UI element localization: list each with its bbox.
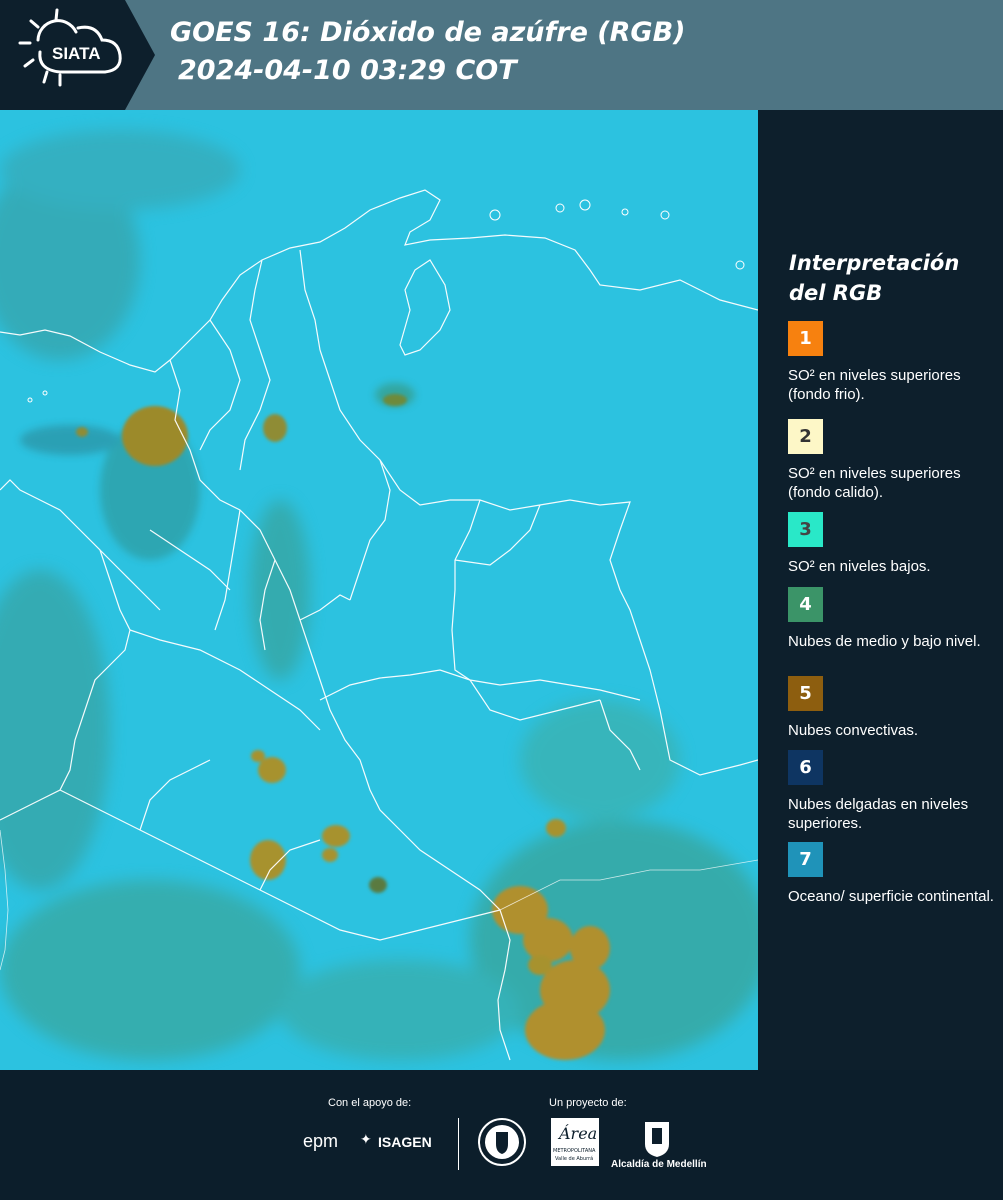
project-label: Un proyecto de: (549, 1097, 627, 1109)
epm-logo: epm (303, 1131, 339, 1151)
legend-label: Nubes de medio y bajo nivel. (788, 633, 981, 650)
legend-label: Nubes convectivas. (788, 722, 919, 739)
footer: Con el apoyo de: Un proyecto de: epm ✦ I… (0, 1070, 1003, 1200)
medellin-seal (478, 1118, 526, 1166)
isagen-logo: ISAGEN (378, 1134, 432, 1150)
support-label: Con el apoyo de: (328, 1097, 412, 1109)
legend-item-7: 7 Oceano/ superficie continental. (788, 842, 998, 906)
legend-item-1: 1 SO² en niveles superiores (fondo frio)… (788, 321, 998, 404)
page-title: GOES 16: Dióxido de azúfre (RGB) 2024-04… (170, 14, 686, 90)
brand-name: SIATA (52, 44, 101, 63)
area-logo-sub2: Valle de Aburrá (555, 1156, 594, 1162)
legend-title: Interpretación del RGB (789, 248, 959, 308)
legend-swatch: 3 (788, 512, 823, 547)
legend-label: Oceano/ superficie continental. (788, 888, 994, 905)
legend-label: SO² en niveles superiores (fondo frio). (788, 367, 961, 403)
header-bar: SIATA GOES 16: Dióxido de azúfre (RGB) 2… (0, 0, 1003, 110)
legend-title-line-2: del RGB (789, 281, 883, 305)
legend-item-5: 5 Nubes convectivas. (788, 676, 998, 740)
title-line-1: GOES 16: Dióxido de azúfre (RGB) (170, 17, 686, 48)
area-metropolitana-logo: Área METROPOLITANA Valle de Aburrá (551, 1118, 599, 1166)
alcaldia-crest (644, 1118, 670, 1158)
legend-item-4: 4 Nubes de medio y bajo nivel. (788, 587, 998, 651)
legend-item-3: 3 SO² en niveles bajos. (788, 512, 998, 576)
legend-label: SO² en niveles bajos. (788, 558, 931, 575)
area-logo-text: Área (559, 1124, 598, 1143)
legend-title-line-1: Interpretación (789, 251, 960, 275)
alcaldia-label: Alcaldía de Medellín (611, 1159, 707, 1170)
siata-logo: SIATA (0, 0, 155, 110)
legend-swatch: 2 (788, 419, 823, 454)
legend-item-2: 2 SO² en niveles superiores (fondo calid… (788, 419, 998, 502)
legend-swatch: 7 (788, 842, 823, 877)
legend-panel: Interpretación del RGB 1 SO² en niveles … (760, 110, 1003, 1070)
isagen-icon: ✦ (360, 1132, 372, 1148)
legend-swatch: 1 (788, 321, 823, 356)
footer-divider (458, 1118, 459, 1170)
title-line-2: 2024-04-10 03:29 COT (178, 55, 517, 86)
satellite-map[interactable] (0, 110, 758, 1070)
legend-item-6: 6 Nubes delgadas en niveles superiores. (788, 750, 998, 833)
legend-swatch: 6 (788, 750, 823, 785)
area-logo-sub: METROPOLITANA (553, 1148, 596, 1154)
legend-swatch: 5 (788, 676, 823, 711)
legend-label: Nubes delgadas en niveles superiores. (788, 796, 969, 832)
legend-swatch: 4 (788, 587, 823, 622)
legend-label: SO² en niveles superiores (fondo calido)… (788, 465, 961, 501)
